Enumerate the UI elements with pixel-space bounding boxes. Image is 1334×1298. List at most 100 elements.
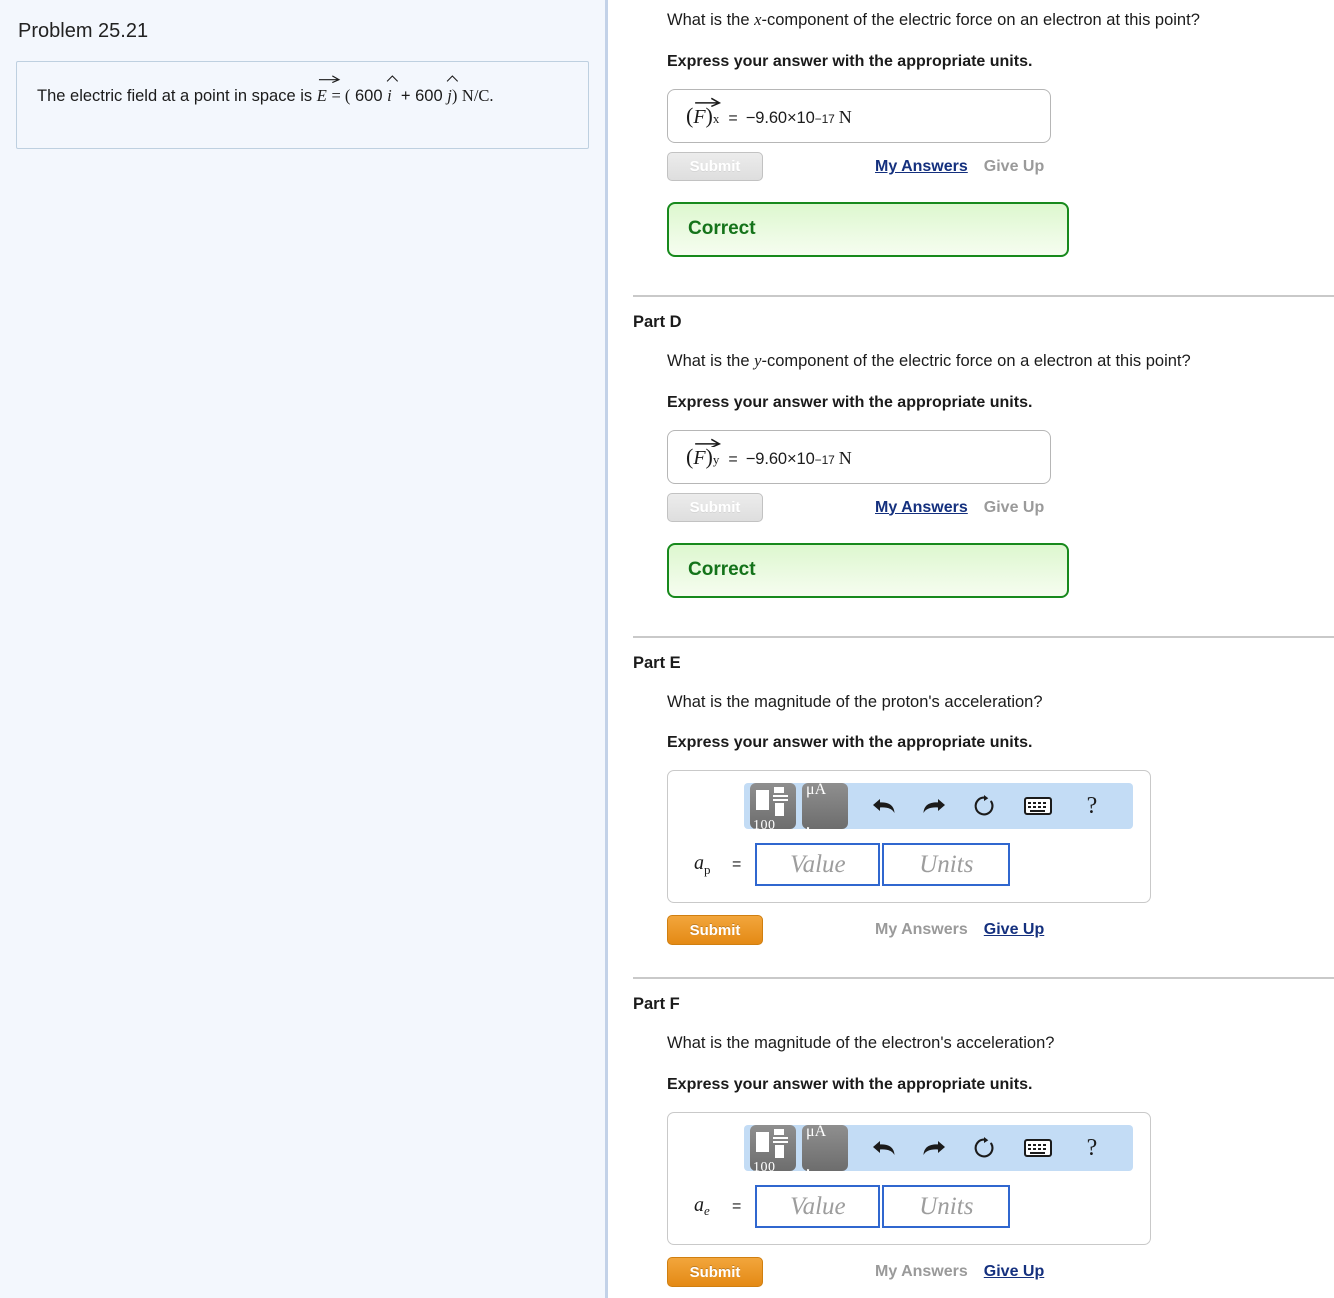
part-f-block: Part F What is the magnitude of the elec… (608, 977, 1334, 1287)
part-f-equals-sign: = (732, 1197, 742, 1215)
statement-plus: + (400, 87, 411, 105)
part-f-question: What is the magnitude of the electron's … (667, 1034, 1055, 1053)
part-d-answer-box[interactable]: (F) y = −9.60×10 −17 N (667, 429, 1051, 484)
part-e-units-input[interactable]: Units (882, 843, 1011, 887)
redo-glyph (923, 799, 945, 814)
part-c-answer-subscript: x (712, 110, 720, 126)
hat-accent-icon-2 (446, 75, 459, 82)
units-palette-caption: μA (806, 1125, 827, 1140)
part-c-submit-button[interactable]: Submit (667, 152, 763, 182)
part-c-answer-mantissa: −9.60×10 (745, 108, 815, 127)
part-c-body: What is the x -component of the electric … (667, 0, 1334, 257)
part-e-my-answers-link: My Answers (875, 921, 968, 939)
part-c-block: What is the x -component of the electric … (608, 0, 1334, 257)
redo-icon[interactable] (914, 783, 954, 829)
part-d-block: Part D What is the y -component of the el… (608, 294, 1334, 598)
part-c-answer-expression: (F) x = −9.60×10 −17 N (686, 97, 852, 129)
part-c-feedback-banner: Correct (667, 201, 1069, 257)
part-e-instruction: Express your answer with the appropriate… (667, 734, 1033, 752)
part-f-body: What is the magnitude of the electron's … (667, 1014, 1334, 1287)
undo-glyph (873, 799, 895, 814)
part-c-my-answers-link[interactable]: My Answers (875, 158, 968, 176)
j-hat-symbol: j (446, 75, 459, 110)
problem-statement-text: The electric field at a point in space i… (37, 75, 568, 110)
part-c-question: What is the x-component of the electric … (667, 8, 1334, 33)
help-glyph: ? (1086, 1134, 1098, 1161)
statement-period: . (489, 86, 494, 105)
part-d-label: Part D (633, 312, 682, 331)
part-e-divider (633, 635, 1334, 638)
help-icon[interactable]: ? (1072, 1125, 1112, 1171)
statement-lead: The electric field at a point in space i… (37, 87, 313, 105)
part-d-question-suffix: -component of the electric force on a el… (761, 351, 1191, 370)
part-f-my-answers-link: My Answers (875, 1263, 968, 1280)
part-e-equals-sign: = (732, 855, 742, 873)
part-c-question-suffix: -component of the electric force on an e… (761, 11, 1200, 29)
part-e-variable-label: ap (694, 851, 711, 877)
statement-close: ) (451, 86, 458, 105)
problem-statement-box: The electric field at a point in space i… (16, 61, 589, 149)
keyboard-icon[interactable] (1018, 1125, 1058, 1171)
undo-icon[interactable] (864, 1125, 904, 1171)
part-e-value-row: ap = Value Units (682, 843, 1136, 887)
force-vector-symbol-y: F (693, 438, 722, 470)
units-palette-icon[interactable]: μA (802, 783, 848, 830)
parts-column: What is the x -component of the electric … (608, 0, 1334, 1298)
help-icon[interactable]: ? (1072, 783, 1112, 829)
problem-sidebar: Problem 25.21 The electric field at a po… (0, 0, 608, 1298)
reset-icon[interactable] (964, 783, 1004, 829)
part-d-give-up-link: Give Up (983, 498, 1045, 516)
part-d-instruction: Express your answer with the appropriate… (667, 393, 1033, 411)
keyboard-glyph (1024, 1139, 1052, 1157)
part-d-answer-subscript: y (712, 451, 720, 467)
undo-glyph (873, 1141, 895, 1155)
part-e-block: Part E What is the magnitude of the prot… (608, 635, 1334, 946)
problem-page: Problem 25.21 The electric field at a po… (0, 0, 1334, 1298)
part-f-divider (633, 977, 1334, 980)
keyboard-icon[interactable] (1018, 783, 1058, 829)
part-d-answer-expression: (F) y = −9.60×10 −17 N (686, 438, 852, 470)
redo-icon[interactable] (914, 1125, 954, 1171)
part-c-answer-box[interactable]: (F) x = −9.60×10 −17 N (667, 88, 1051, 143)
part-c-instruction: Express your answer with the appropriate… (667, 52, 1033, 70)
part-d-divider (633, 294, 1334, 297)
units-palette-icon[interactable]: μA (802, 1125, 848, 1171)
reset-icon[interactable] (964, 1125, 1004, 1171)
part-f-entry-panel: 100 μA ? ae = Value Units (667, 1112, 1151, 1245)
part-c-question-prefix: What is the (667, 11, 755, 29)
undo-icon[interactable] (864, 783, 904, 829)
hat-accent-icon (386, 75, 399, 82)
keyboard-glyph (1024, 797, 1052, 816)
part-d-my-answers-link[interactable]: My Answers (875, 499, 968, 517)
vector-arrow-icon (318, 75, 340, 83)
part-d-answer-unit: N (838, 447, 852, 468)
math-template-icon[interactable]: 100 (750, 783, 796, 830)
part-f-value-input[interactable]: Value (755, 1185, 881, 1228)
math-template-icon[interactable]: 100 (750, 1125, 796, 1171)
part-f-units-input[interactable]: Units (882, 1185, 1011, 1228)
part-f-give-up-link[interactable]: Give Up (984, 1263, 1044, 1281)
page-title: Problem 25.21 (18, 20, 149, 42)
part-d-submit-button[interactable]: Submit (667, 493, 763, 522)
part-f-instruction: Express your answer with the appropriate… (667, 1076, 1033, 1093)
part-e-give-up-link[interactable]: Give Up (984, 921, 1044, 939)
part-f-submit-button[interactable]: Submit (667, 1257, 763, 1287)
force-vector-symbol-x: F (693, 97, 722, 129)
e-vector-symbol: E (317, 75, 340, 110)
part-d-answer-mantissa: −9.60×10 (745, 449, 815, 468)
part-f-math-toolbar: 100 μA ? (744, 1125, 1133, 1171)
part-e-actions: Submit My Answers Give Up (667, 915, 1334, 946)
part-c-answer-unit: N (838, 106, 852, 127)
math-template-caption: 100 (753, 818, 776, 830)
part-d-answer-exponent: −17 (814, 452, 835, 467)
math-template-caption: 100 (753, 1160, 776, 1171)
part-d-body: What is the y -component of the electric … (667, 332, 1334, 598)
part-e-submit-button[interactable]: Submit (667, 915, 763, 946)
redo-glyph (923, 1141, 945, 1155)
part-f-value-row: ae = Value Units (682, 1185, 1136, 1228)
part-d-answer-equals: = (728, 450, 738, 468)
part-c-give-up-link: Give Up (983, 157, 1045, 175)
part-c-actions: Submit My Answers Give Up (667, 152, 1334, 182)
part-e-value-input[interactable]: Value (755, 843, 881, 887)
part-e-label: Part E (633, 653, 681, 672)
